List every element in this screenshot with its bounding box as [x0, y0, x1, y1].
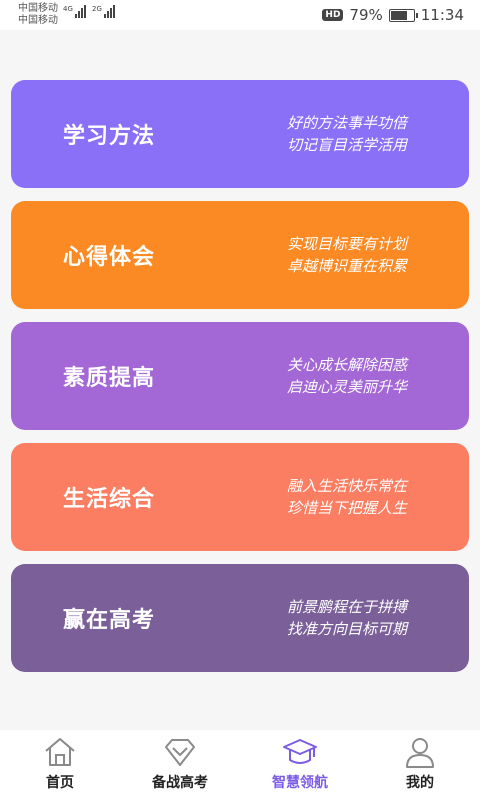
signal-icon-1: 4G	[63, 5, 86, 18]
card-subtitle: 关心成长解除困惑 启迪心灵美丽升华	[287, 354, 407, 398]
card-study-method[interactable]: 学习方法 好的方法事半功倍 切记盲目活学活用	[11, 80, 469, 188]
card-experience[interactable]: 心得体会 实现目标要有计划 卓越博识重在积累	[11, 201, 469, 309]
card-subtitle: 好的方法事半功倍 切记盲目活学活用	[287, 112, 407, 156]
card-subtitle-line: 好的方法事半功倍	[286, 114, 407, 132]
user-icon	[406, 738, 434, 768]
tab-wisdom-guide[interactable]: 智慧领航	[240, 730, 360, 800]
card-subtitle-line: 珍惜当下把握人生	[286, 499, 407, 517]
bottom-tab-bar: 首页 备战高考 智慧领航 我的	[0, 730, 480, 800]
card-title: 素质提高	[63, 366, 156, 391]
tab-label: 我的	[406, 775, 434, 791]
card-subtitle: 融入生活快乐常在 珍惜当下把握人生	[287, 475, 407, 519]
graduation-cap-icon	[283, 739, 317, 764]
tab-label: 备战高考	[152, 775, 208, 791]
card-title: 赢在高考	[63, 608, 156, 633]
status-right: HD 79% 11:34	[322, 6, 464, 24]
diamond-icon	[165, 739, 195, 766]
battery-fill	[390, 10, 408, 20]
card-life[interactable]: 生活综合 融入生活快乐常在 珍惜当下把握人生	[11, 443, 469, 551]
clock: 11:34	[420, 6, 464, 24]
tab-exam-prep[interactable]: 备战高考	[120, 730, 240, 800]
card-subtitle: 实现目标要有计划 卓越博识重在积累	[287, 233, 407, 277]
card-subtitle-line: 前景鹏程在于拼搏	[286, 598, 407, 616]
tab-home[interactable]: 首页	[0, 730, 120, 800]
tab-mine[interactable]: 我的	[360, 730, 480, 800]
carrier-name-2: 中国移动	[18, 15, 58, 26]
carrier-name-1: 中国移动	[18, 3, 58, 14]
signal-icon-2: 2G	[92, 5, 115, 18]
card-title: 心得体会	[63, 245, 156, 270]
carrier-block: 中国移动 中国移动	[18, 3, 58, 27]
tab-label: 智慧领航	[272, 775, 328, 791]
battery-percent: 79%	[349, 6, 383, 24]
card-subtitle-line: 关心成长解除困惑	[286, 356, 407, 374]
battery-icon	[388, 8, 418, 22]
tab-label: 首页	[46, 775, 74, 791]
card-subtitle-line: 启迪心灵美丽升华	[286, 378, 407, 396]
card-subtitle-line: 切记盲目活学活用	[286, 136, 407, 154]
card-title: 学习方法	[63, 124, 156, 149]
card-title: 生活综合	[63, 487, 156, 512]
network-type-2: 2G	[92, 5, 102, 13]
card-subtitle-line: 卓越博识重在积累	[286, 257, 407, 275]
hd-icon: HD	[322, 9, 344, 21]
card-quality-improve[interactable]: 素质提高 关心成长解除困惑 启迪心灵美丽升华	[11, 322, 469, 430]
card-subtitle-line: 融入生活快乐常在	[286, 477, 407, 495]
card-subtitle: 前景鹏程在于拼搏 找准方向目标可期	[287, 596, 407, 640]
status-bar: 中国移动 中国移动 4G 2G HD 79% 11:34	[0, 0, 480, 30]
card-list: 学习方法 好的方法事半功倍 切记盲目活学活用 心得体会 实现目标要有计划 卓越博…	[0, 30, 480, 730]
card-subtitle-line: 找准方向目标可期	[286, 620, 407, 638]
card-win-exam[interactable]: 赢在高考 前景鹏程在于拼搏 找准方向目标可期	[11, 564, 469, 672]
network-type-1: 4G	[63, 5, 73, 13]
home-icon	[45, 738, 75, 766]
card-subtitle-line: 实现目标要有计划	[286, 235, 407, 253]
